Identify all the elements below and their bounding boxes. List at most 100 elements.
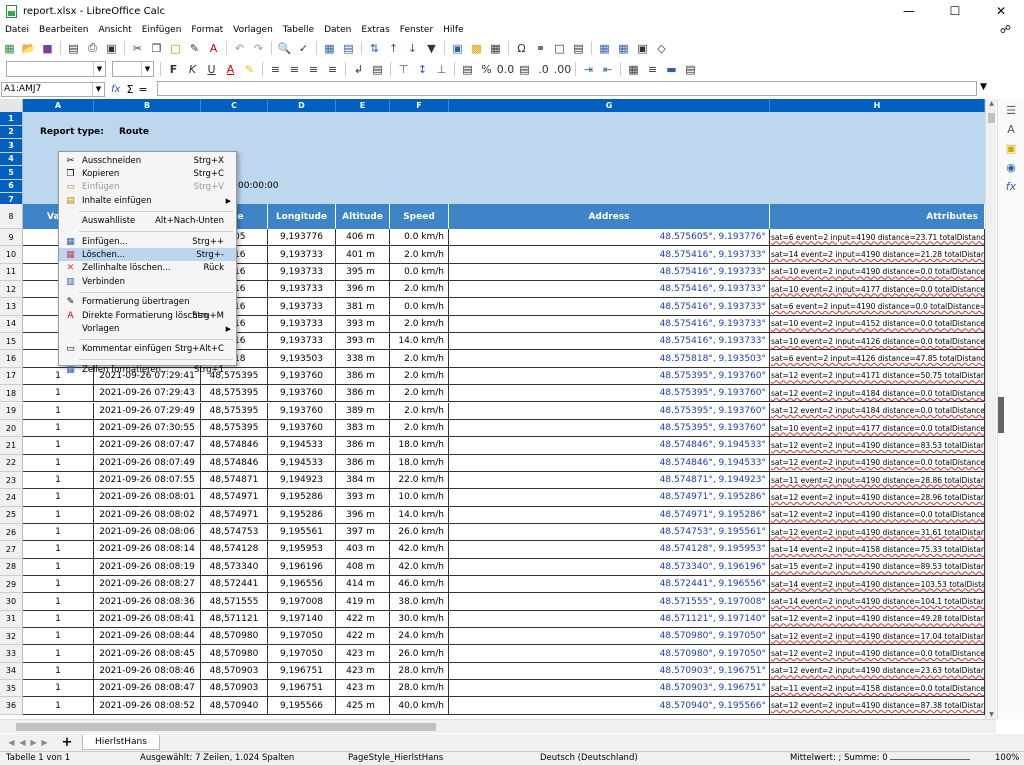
close-button[interactable]: ✕ — [978, 0, 1024, 22]
cell-c[interactable]: 48,570903 — [201, 662, 268, 681]
row-header-34[interactable]: 34 — [0, 662, 23, 681]
menu-fenster[interactable]: Fenster — [395, 25, 438, 35]
cell-c[interactable]: 48,574128 — [201, 541, 268, 559]
column-header-g[interactable]: G — [449, 99, 770, 112]
cell-f[interactable]: 10.0 km/h — [390, 489, 449, 507]
cell-f[interactable]: 2.0 km/h — [390, 246, 449, 264]
cell-g[interactable]: 48.575395°, 9.193760° — [449, 419, 770, 438]
cell-c[interactable]: 48,570980 — [201, 628, 268, 646]
expand-formula-bar-icon[interactable]: ▼ — [980, 82, 987, 92]
freeze-rows-icon[interactable]: ▦ — [616, 40, 632, 56]
cell-d[interactable]: 9,195561 — [268, 523, 336, 542]
cell-e[interactable]: 423 m — [336, 680, 390, 698]
cell-h[interactable]: sat=12 event=2 input=4190 distance=28.96… — [770, 489, 985, 507]
find-replace-icon[interactable]: 🔍 — [277, 40, 293, 56]
properties-icon[interactable]: ☰ — [1002, 102, 1020, 118]
cell-f[interactable]: 18.0 km/h — [390, 437, 449, 455]
row-header-27[interactable]: 27 — [0, 541, 23, 559]
row-header-29[interactable]: 29 — [0, 576, 23, 594]
cell-b[interactable]: 2021-09-26 08:08:47 — [94, 680, 201, 698]
cell-h[interactable]: sat=12 event=2 input=4190 distance=0.0 t… — [770, 645, 985, 663]
column-header-h[interactable]: H — [770, 99, 985, 112]
row-header-10[interactable]: 10 — [0, 246, 23, 264]
cell-g[interactable]: 48.574128°, 9.195953° — [449, 541, 770, 559]
open-icon[interactable]: 📂 — [21, 40, 37, 56]
cell-h[interactable]: sat=12 event=2 input=4184 distance=0.0 t… — [770, 385, 985, 403]
cell-d[interactable]: 9,193503 — [268, 350, 336, 368]
cell-f[interactable]: 40.0 km/h — [390, 697, 449, 715]
cell-h[interactable]: sat=14 event=2 input=4190 distance=104.1… — [770, 593, 985, 611]
cell-h[interactable]: sat=12 event=2 input=4184 distance=0.0 t… — [770, 402, 985, 420]
cell-b[interactable]: 2021-09-26 07:29:49 — [94, 402, 201, 420]
cell-f[interactable]: 26.0 km/h — [390, 523, 449, 542]
cell-e[interactable]: 381 m — [336, 298, 390, 316]
cell-h[interactable]: sat=6 event=2 input=4190 distance=23.71 … — [770, 229, 985, 247]
bold-icon[interactable]: F — [166, 61, 182, 77]
cell-b[interactable]: 2021-09-26 07:30:55 — [94, 419, 201, 438]
row-header-31[interactable]: 31 — [0, 610, 23, 629]
cell-c[interactable]: 48,574846 — [201, 454, 268, 472]
cell-f[interactable]: 28.0 km/h — [390, 680, 449, 698]
cell-g[interactable]: 48.574871°, 9.194923° — [449, 471, 770, 490]
clear-format-icon[interactable]: A — [206, 40, 222, 56]
cell-h[interactable]: sat=14 event=2 input=4190 distance=21.28… — [770, 246, 985, 264]
cell-h[interactable]: sat=12 event=2 input=4190 distance=31.61… — [770, 523, 985, 542]
cell-a[interactable]: 1 — [23, 662, 94, 681]
cell-h[interactable]: sat=12 event=2 input=4190 distance=83.53… — [770, 437, 985, 455]
cell-a[interactable]: 1 — [23, 645, 94, 663]
cell-b[interactable]: 2021-09-26 08:08:27 — [94, 576, 201, 594]
vertical-scrollbar[interactable]: ▲ ▼ — [985, 99, 996, 719]
cell-c[interactable]: 48,571555 — [201, 593, 268, 611]
column-header-b[interactable]: B — [94, 99, 201, 112]
cell-f[interactable]: 14.0 km/h — [390, 506, 449, 524]
cell-f[interactable]: 28.0 km/h — [390, 662, 449, 681]
cell-g[interactable]: 48.575395°, 9.193760° — [449, 367, 770, 386]
ctx-item-zellen-formatieren[interactable]: ▦ Zellen formatieren... Strg+1 — [59, 363, 236, 376]
maximize-button[interactable]: ☐ — [932, 0, 978, 22]
cell-d[interactable]: 9,193733 — [268, 298, 336, 316]
add-decimal-icon[interactable]: .0 — [536, 61, 552, 77]
cell-d[interactable]: 9,194533 — [268, 437, 336, 455]
align-top-icon[interactable]: ⊤ — [396, 61, 412, 77]
hyperlink-icon[interactable]: ⚭ — [533, 40, 549, 56]
cell-c[interactable]: 48,575395 — [201, 402, 268, 420]
cell-c[interactable]: 48,571121 — [201, 610, 268, 629]
align-center-icon[interactable]: ≡ — [287, 61, 303, 77]
cell-e[interactable]: 386 m — [336, 385, 390, 403]
copy-icon[interactable]: ❐ — [149, 40, 165, 56]
sort-icon[interactable]: ⇅ — [367, 40, 383, 56]
cell-h[interactable]: sat=12 event=2 input=4190 distance=87.38… — [770, 697, 985, 715]
cell-f[interactable]: 22.0 km/h — [390, 471, 449, 490]
status-pagestyle[interactable]: PageStyle_HierlstHans — [348, 753, 443, 763]
cell-a[interactable]: 1 — [23, 628, 94, 646]
sidebar-collapse-handle[interactable] — [998, 397, 1004, 433]
cell-a[interactable]: 1 — [23, 680, 94, 698]
paste-icon[interactable]: □ — [168, 40, 184, 56]
cell-g[interactable]: 48.575395°, 9.193760° — [449, 402, 770, 420]
ctx-item-vorlagen[interactable]: Vorlagen ▶ — [59, 322, 236, 335]
align-right-icon[interactable]: ≡ — [306, 61, 322, 77]
underline-icon[interactable]: U — [204, 61, 220, 77]
row-header-21[interactable]: 21 — [0, 437, 23, 455]
cell-g[interactable]: 48.574971°, 9.195286° — [449, 506, 770, 524]
status-zoom[interactable]: 100% — [995, 753, 1019, 763]
italic-icon[interactable]: K — [185, 61, 201, 77]
chart-icon[interactable]: ▩ — [469, 40, 485, 56]
cell-e[interactable]: 419 m — [336, 593, 390, 611]
cell-h[interactable]: sat=6 event=2 input=4126 distance=47.85 … — [770, 350, 985, 368]
status-language[interactable]: Deutsch (Deutschland) — [540, 753, 638, 763]
cell-f[interactable]: 2.0 km/h — [390, 350, 449, 368]
ctx-item-formatierung-übertragen[interactable]: ✎ Formatierung übertragen — [59, 296, 236, 309]
cell-c[interactable]: 48,575395 — [201, 419, 268, 438]
menu-bearbeiten[interactable]: Bearbeiten — [34, 25, 93, 35]
cell-a[interactable]: 1 — [23, 471, 94, 490]
cell-e[interactable]: 423 m — [336, 662, 390, 681]
cell-d[interactable]: 9,193733 — [268, 333, 336, 351]
formula-input[interactable] — [157, 81, 977, 96]
align-left-icon[interactable]: ≡ — [268, 61, 284, 77]
gallery-icon[interactable]: ▣ — [1002, 140, 1020, 156]
row-header-11[interactable]: 11 — [0, 263, 23, 282]
cell-g[interactable]: 48.575818°, 9.193503° — [449, 350, 770, 368]
row-header-24[interactable]: 24 — [0, 489, 23, 507]
formula-icon[interactable]: = — [138, 83, 147, 96]
